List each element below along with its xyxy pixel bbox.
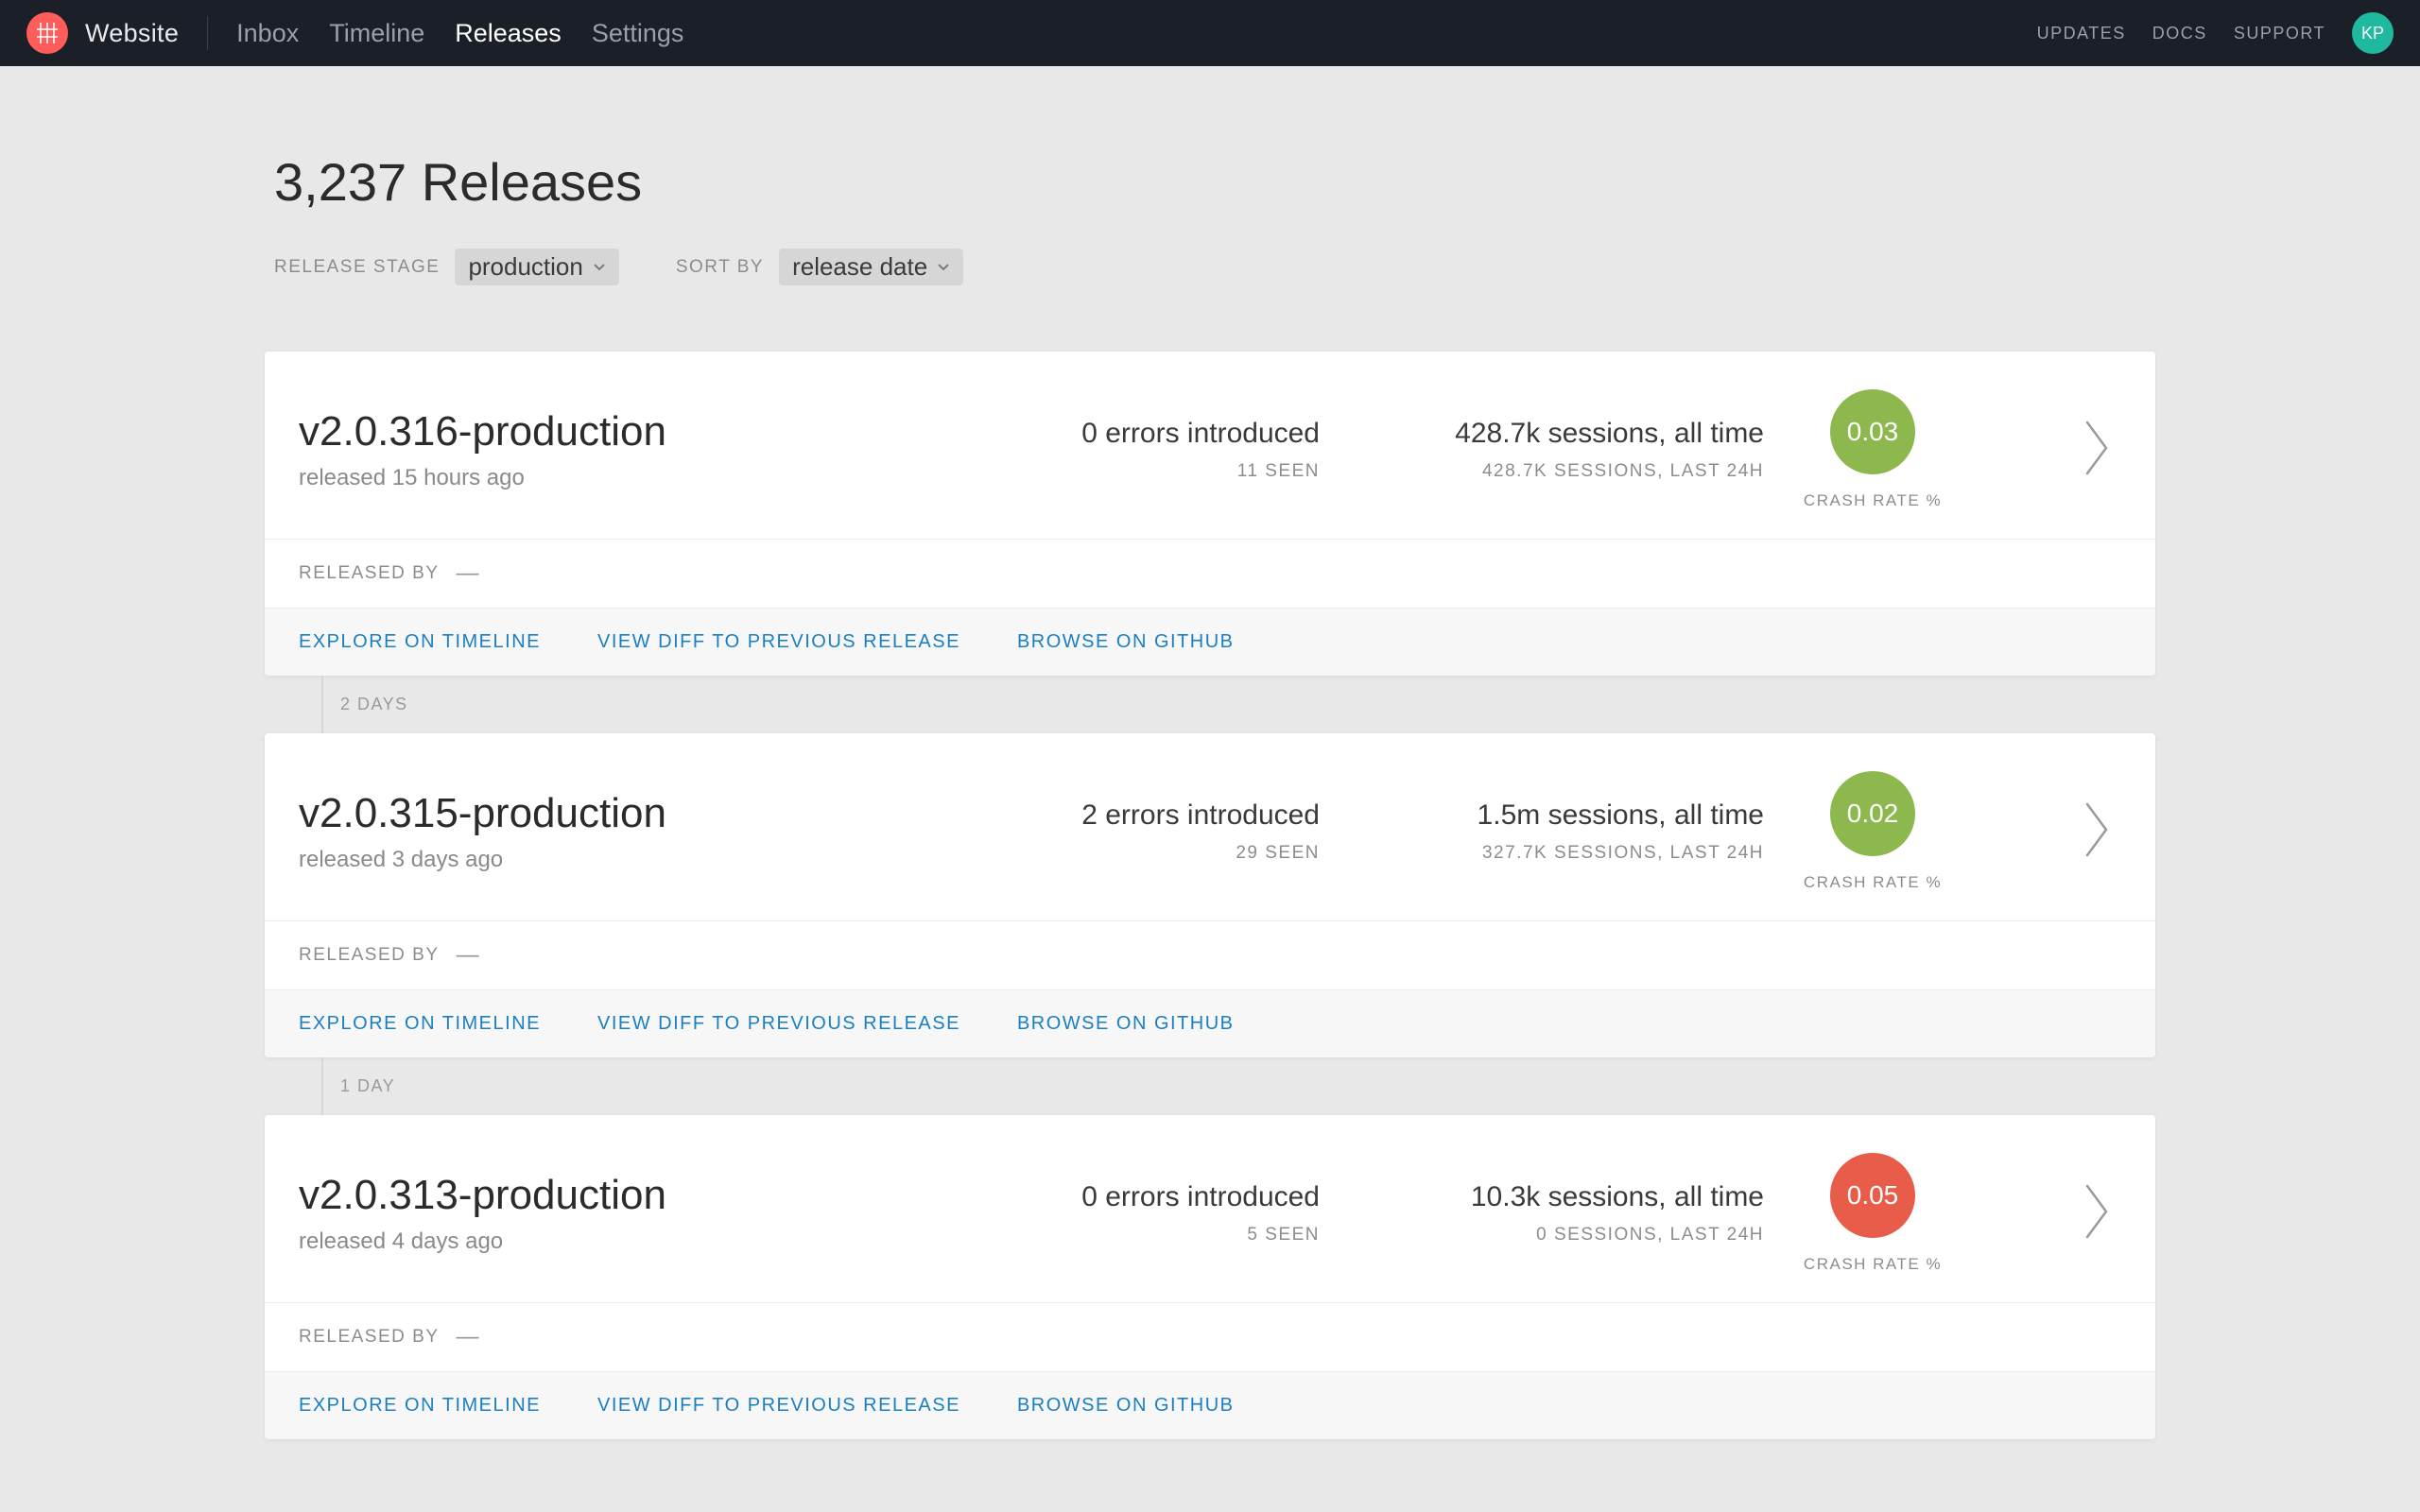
released-by-value: — (457, 942, 479, 969)
chevron-down-icon (937, 263, 950, 272)
sessions-all-time: 10.3k sessions, all time (1357, 1181, 1764, 1213)
sessions-last-24h: 327.7K SESSIONS, LAST 24H (1357, 843, 1764, 864)
gap-line (321, 676, 323, 733)
nav-settings[interactable]: Settings (592, 19, 684, 48)
expand-arrow-icon[interactable] (2083, 465, 2112, 481)
site-name: Website (85, 19, 179, 48)
release-version: v2.0.315-production (299, 790, 951, 837)
release-time: released 4 days ago (299, 1228, 951, 1255)
release-time: released 15 hours ago (299, 465, 951, 491)
errors-seen: 29 SEEN (951, 843, 1320, 864)
errors-seen: 5 SEEN (951, 1225, 1320, 1246)
explore-on-timeline-link[interactable]: EXPLORE ON TIMELINE (299, 1013, 541, 1035)
crash-rate-label: CRASH RATE % (1764, 491, 1981, 510)
view-diff-link[interactable]: VIEW DIFF TO PREVIOUS RELEASE (597, 1395, 960, 1417)
logo-wrap[interactable]: Website (26, 12, 179, 54)
expand-arrow-icon[interactable] (2083, 847, 2112, 863)
release-card: v2.0.313-production released 4 days ago … (265, 1115, 2155, 1439)
filter-sort-select[interactable]: release date (779, 249, 963, 285)
errors-introduced: 0 errors introduced (951, 418, 1320, 450)
released-by-row: RELEASED BY — (265, 539, 2155, 608)
nav-releases[interactable]: Releases (455, 19, 562, 48)
sessions-all-time: 1.5m sessions, all time (1357, 799, 1764, 832)
release-time: released 3 days ago (299, 847, 951, 873)
link-docs[interactable]: DOCS (2152, 24, 2207, 43)
released-by-value: — (457, 1324, 479, 1350)
divider (207, 16, 208, 50)
errors-introduced: 2 errors introduced (951, 799, 1320, 832)
gap-line (321, 1057, 323, 1115)
browse-on-github-link[interactable]: BROWSE ON GITHUB (1017, 631, 1235, 653)
crash-rate-badge: 0.05 (1830, 1153, 1915, 1238)
filter-sort-label: SORT BY (676, 257, 764, 278)
sessions-all-time: 428.7k sessions, all time (1357, 418, 1764, 450)
browse-on-github-link[interactable]: BROWSE ON GITHUB (1017, 1395, 1235, 1417)
filter-sort-by: SORT BY release date (676, 249, 963, 285)
crash-rate-label: CRASH RATE % (1764, 1255, 1981, 1274)
filters: RELEASE STAGE production SORT BY release… (265, 249, 2155, 285)
explore-on-timeline-link[interactable]: EXPLORE ON TIMELINE (299, 631, 541, 653)
main-nav: Inbox Timeline Releases Settings (236, 19, 683, 48)
release-card-top: v2.0.315-production released 3 days ago … (265, 733, 2155, 920)
page-title: 3,237 Releases (265, 151, 2155, 213)
filter-release-stage: RELEASE STAGE production (274, 249, 619, 285)
browse-on-github-link[interactable]: BROWSE ON GITHUB (1017, 1013, 1235, 1035)
release-card: v2.0.315-production released 3 days ago … (265, 733, 2155, 1057)
crash-rate-badge: 0.03 (1830, 389, 1915, 474)
nav-inbox[interactable]: Inbox (236, 19, 299, 48)
nav-timeline[interactable]: Timeline (329, 19, 424, 48)
logo-icon (26, 12, 68, 54)
released-by-label: RELEASED BY (299, 563, 440, 584)
gap-text: 1 DAY (340, 1076, 395, 1095)
crash-rate-badge: 0.02 (1830, 771, 1915, 856)
release-version: v2.0.313-production (299, 1172, 951, 1219)
time-gap-marker: 1 DAY (265, 1057, 2155, 1115)
nav-right: UPDATES DOCS SUPPORT KP (2037, 12, 2394, 54)
filter-sort-value: release date (792, 252, 927, 282)
crash-rate-label: CRASH RATE % (1764, 873, 1981, 892)
filter-stage-label: RELEASE STAGE (274, 257, 440, 278)
release-card-top: v2.0.316-production released 15 hours ag… (265, 352, 2155, 539)
topbar: Website Inbox Timeline Releases Settings… (0, 0, 2420, 66)
view-diff-link[interactable]: VIEW DIFF TO PREVIOUS RELEASE (597, 1013, 960, 1035)
release-actions: EXPLORE ON TIMELINE VIEW DIFF TO PREVIOU… (265, 608, 2155, 676)
explore-on-timeline-link[interactable]: EXPLORE ON TIMELINE (299, 1395, 541, 1417)
released-by-value: — (457, 560, 479, 587)
errors-seen: 11 SEEN (951, 461, 1320, 482)
releases-list: v2.0.316-production released 15 hours ag… (265, 352, 2155, 1439)
released-by-row: RELEASED BY — (265, 1302, 2155, 1371)
release-card-top: v2.0.313-production released 4 days ago … (265, 1115, 2155, 1302)
released-by-label: RELEASED BY (299, 1327, 440, 1348)
released-by-label: RELEASED BY (299, 945, 440, 966)
avatar[interactable]: KP (2352, 12, 2394, 54)
release-actions: EXPLORE ON TIMELINE VIEW DIFF TO PREVIOU… (265, 1371, 2155, 1439)
release-actions: EXPLORE ON TIMELINE VIEW DIFF TO PREVIOU… (265, 989, 2155, 1057)
filter-stage-value: production (468, 252, 582, 282)
expand-arrow-icon[interactable] (2083, 1228, 2112, 1245)
chevron-down-icon (593, 263, 606, 272)
time-gap-marker: 2 DAYS (265, 676, 2155, 733)
view-diff-link[interactable]: VIEW DIFF TO PREVIOUS RELEASE (597, 631, 960, 653)
released-by-row: RELEASED BY — (265, 920, 2155, 989)
sessions-last-24h: 0 SESSIONS, LAST 24H (1357, 1225, 1764, 1246)
filter-stage-select[interactable]: production (455, 249, 618, 285)
content: 3,237 Releases RELEASE STAGE production … (265, 66, 2155, 1439)
release-card: v2.0.316-production released 15 hours ag… (265, 352, 2155, 676)
gap-text: 2 DAYS (340, 695, 408, 713)
link-updates[interactable]: UPDATES (2037, 24, 2126, 43)
link-support[interactable]: SUPPORT (2234, 24, 2325, 43)
sessions-last-24h: 428.7K SESSIONS, LAST 24H (1357, 461, 1764, 482)
errors-introduced: 0 errors introduced (951, 1181, 1320, 1213)
release-version: v2.0.316-production (299, 408, 951, 455)
